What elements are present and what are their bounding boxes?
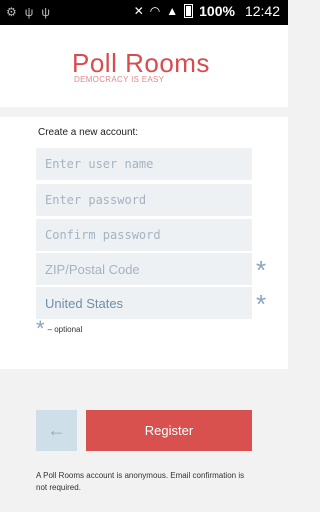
optional-marker: * <box>256 289 267 319</box>
app-tagline: DEMOCRACY IS EASY <box>74 75 165 84</box>
status-bar: ⚙ ψ ψ ✕ ◠ ▲ 100% 12:42 <box>0 0 288 25</box>
register-button[interactable]: Register <box>86 410 252 451</box>
registration-form: Create a new account: Enter user name En… <box>0 117 288 369</box>
mute-icon: ✕ <box>133 4 144 18</box>
optional-marker: * <box>36 316 45 341</box>
arrow-left-icon: ← <box>47 420 66 440</box>
usb-icon: ψ <box>24 5 34 19</box>
battery-percent: 100% <box>199 3 235 19</box>
optional-marker: * <box>256 255 267 285</box>
confirm-password-field[interactable]: Confirm password <box>36 219 252 251</box>
clock: 12:42 <box>244 3 280 19</box>
back-button[interactable]: ← <box>36 410 77 451</box>
footnote: A Poll Rooms account is anonymous. Email… <box>36 471 245 492</box>
optional-legend-text: – optional <box>47 324 83 334</box>
usb-icon: ψ <box>41 5 50 19</box>
optional-legend: * – optional <box>36 316 83 341</box>
country-select[interactable]: United States <box>36 287 252 319</box>
signal-icon: ▲ <box>166 4 179 18</box>
form-title: Create a new account: <box>38 127 139 138</box>
battery-icon <box>184 4 194 18</box>
zip-field[interactable]: ZIP/Postal Code <box>36 253 252 285</box>
username-field[interactable]: Enter user name <box>36 148 252 180</box>
app-header: Poll Rooms DEMOCRACY IS EASY <box>0 25 288 107</box>
password-field[interactable]: Enter password <box>36 184 252 216</box>
wifi-icon: ◠ <box>149 4 161 18</box>
android-debug-icon: ⚙ <box>6 5 17 19</box>
